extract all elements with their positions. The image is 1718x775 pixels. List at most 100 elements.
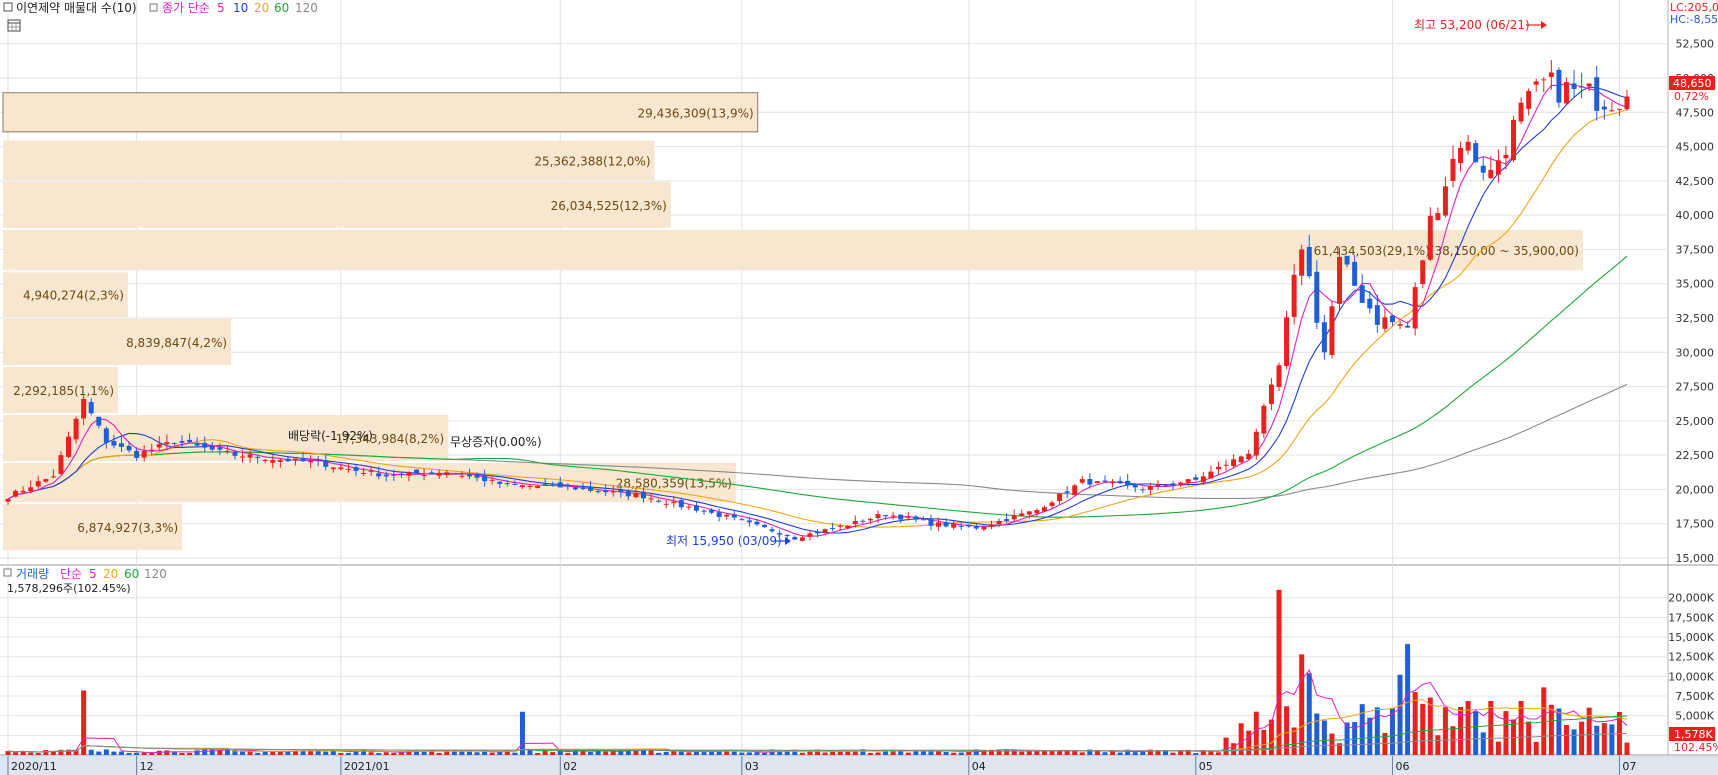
volume-bar — [519, 711, 525, 755]
candle-body — [958, 525, 964, 527]
volume-bar — [255, 752, 261, 755]
candle-body — [1352, 261, 1358, 286]
volume-bar — [1215, 752, 1221, 755]
candle-body — [1238, 456, 1244, 463]
volume-bar — [1170, 752, 1176, 755]
volume-checkbox-icon[interactable] — [3, 568, 12, 577]
candle-body — [640, 491, 646, 499]
volume-bar — [126, 752, 132, 755]
volume-bar — [1503, 711, 1509, 755]
candle-body — [1314, 271, 1320, 323]
candle-body — [898, 514, 904, 520]
volume-bar — [550, 752, 556, 755]
candle-body — [1571, 83, 1577, 89]
candle-body — [1541, 79, 1547, 81]
low-label: 최저 15,950 (03/09) — [666, 534, 782, 548]
candle-body — [996, 520, 1002, 525]
candle-body — [731, 514, 737, 518]
candle-body — [1511, 119, 1517, 161]
candle-body — [693, 505, 699, 511]
volume-bar — [1276, 589, 1282, 755]
volume-bar — [262, 751, 268, 755]
candle-body — [943, 522, 949, 527]
candle-body — [1435, 213, 1441, 221]
volume-bar — [149, 752, 155, 755]
volume-profile-label: 25,362,388(12,0%) — [534, 154, 650, 168]
volume-bar — [1140, 751, 1146, 755]
candle-body — [368, 470, 374, 472]
calendar-icon[interactable] — [7, 19, 21, 32]
ma-legend-icon — [149, 3, 158, 12]
candle-body — [1624, 96, 1630, 109]
volume-bar — [1435, 735, 1441, 755]
volume-bar — [1450, 726, 1456, 755]
price-tick-label: 35,000 — [1676, 278, 1715, 291]
volume-bar — [656, 752, 662, 755]
candle-body — [353, 467, 359, 471]
candle-body — [716, 512, 722, 517]
candle-body — [1329, 306, 1335, 355]
candle-body — [474, 475, 480, 478]
date-tick-label: 03 — [745, 760, 759, 773]
volume-bar — [1579, 721, 1585, 755]
volume-bar — [512, 752, 518, 755]
candle-body — [1223, 464, 1229, 466]
candle-body — [1208, 471, 1214, 479]
candle-body — [58, 455, 64, 474]
candle-body — [466, 473, 472, 477]
candle-body — [981, 526, 987, 530]
candle-body — [497, 481, 503, 484]
candle-body — [1019, 513, 1025, 516]
volume-profile-label: 28,580,359(13,5%) — [616, 477, 732, 491]
date-tick-label: 04 — [972, 760, 986, 773]
volume-bar — [837, 751, 843, 755]
candle-body — [860, 520, 866, 522]
candle-body — [1556, 69, 1562, 103]
volume-bar — [202, 749, 208, 755]
volume-profile-label: 4,940,274(2,3%) — [23, 289, 124, 303]
volume-percent: 102.45% — [1674, 741, 1718, 754]
candle-body — [610, 491, 616, 493]
chart-title: 이연제약 매물대 수(10) — [16, 0, 137, 15]
candle-body — [247, 454, 253, 458]
volume-bar — [1518, 700, 1524, 755]
volume-bar — [118, 751, 124, 755]
candle-body — [769, 529, 775, 532]
volume-bar — [1132, 752, 1138, 755]
volume-bar — [459, 751, 465, 755]
volume-tick-label: 17,500K — [1668, 611, 1714, 624]
candle-body — [1458, 147, 1464, 164]
candle-body — [66, 436, 72, 457]
date-tick-label: 06 — [1395, 760, 1409, 773]
candle-body — [1503, 154, 1509, 159]
square-checkbox-icon[interactable] — [3, 2, 13, 12]
candle-body — [989, 524, 995, 527]
candle-body — [973, 525, 979, 529]
volume-bar — [875, 752, 881, 755]
candle-body — [209, 446, 215, 450]
candle-body — [1420, 260, 1426, 285]
volume-bar — [603, 751, 609, 755]
candle-body — [50, 476, 56, 478]
date-tick-label: 2020/11 — [11, 760, 57, 773]
candle-body — [156, 444, 162, 448]
candle-body — [1178, 482, 1184, 485]
price-tick-label: 22,500 — [1676, 449, 1715, 462]
candle-body — [345, 468, 351, 470]
candle-body — [1548, 72, 1554, 77]
candle-body — [88, 402, 94, 414]
date-tick-label: 07 — [1622, 760, 1636, 773]
candle-body — [565, 484, 571, 487]
candle-body — [618, 489, 624, 493]
candle-body — [1147, 486, 1153, 490]
volume-bar — [920, 751, 926, 755]
candle-body — [1110, 481, 1116, 484]
candle-body — [754, 521, 760, 525]
volume-bar — [1223, 737, 1229, 755]
volume-bar — [1420, 703, 1426, 755]
candle-body — [398, 473, 404, 475]
volume-bar — [391, 752, 397, 755]
volume-profile-label: 29,436,309(13,9%) — [638, 106, 754, 120]
volume-bar — [1019, 751, 1025, 755]
volume-bar — [1609, 724, 1615, 755]
